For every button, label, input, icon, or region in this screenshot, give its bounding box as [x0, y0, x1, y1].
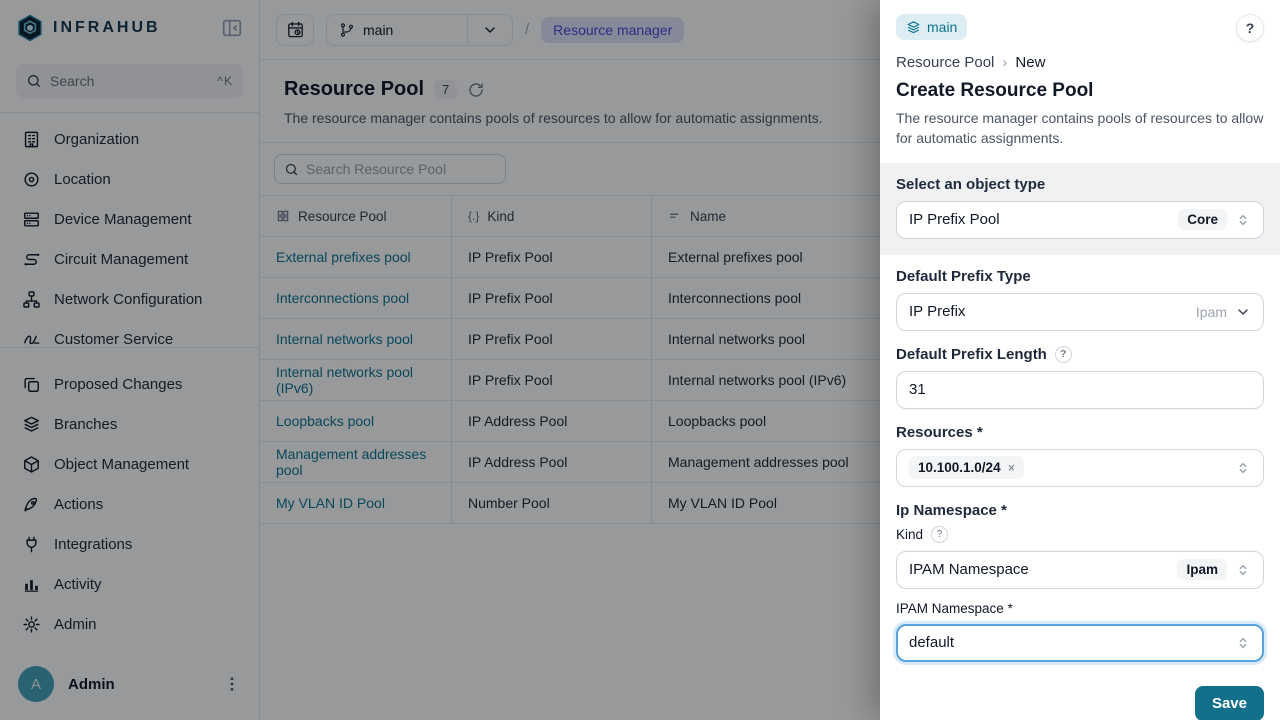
drawer-form: Default Prefix Type IP Prefix Ipam Defau… — [880, 255, 1280, 674]
drawer-title: Create Resource Pool — [896, 80, 1264, 102]
layers-icon — [906, 20, 921, 35]
default-prefix-length-input[interactable] — [896, 371, 1264, 409]
help-button[interactable]: ? — [1236, 14, 1264, 42]
drawer-breadcrumb: Resource Pool › New — [896, 54, 1264, 71]
drawer-description: The resource manager contains pools of r… — [896, 108, 1264, 149]
kind-label: Kind — [896, 527, 923, 542]
kind-select[interactable]: IPAM Namespace Ipam — [896, 551, 1264, 589]
breadcrumb-separator: › — [1002, 54, 1007, 71]
ip-namespace-heading: Ip Namespace * — [896, 502, 1264, 519]
resource-chip: 10.100.1.0/24 × — [909, 456, 1024, 479]
object-type-select[interactable]: IP Prefix Pool Core — [896, 201, 1264, 239]
object-type-label: Select an object type — [896, 176, 1264, 193]
object-type-section: Select an object type IP Prefix Pool Cor… — [880, 163, 1280, 255]
chevron-updown-icon — [1235, 562, 1251, 578]
save-button[interactable]: Save — [1195, 686, 1264, 720]
ipam-namespace-select[interactable]: default — [896, 624, 1264, 662]
resources-label: Resources * — [896, 424, 1264, 441]
object-type-value: IP Prefix Pool — [909, 211, 1170, 228]
branch-badge: main — [896, 14, 967, 40]
resources-multiselect[interactable]: 10.100.1.0/24 × — [896, 449, 1264, 487]
chip-remove-icon[interactable]: × — [1008, 460, 1016, 475]
default-prefix-length-label: Default Prefix Length — [896, 346, 1047, 363]
namespace-hint: Ipam — [1196, 304, 1227, 320]
ipam-namespace-value: default — [909, 634, 1227, 651]
help-tooltip-icon[interactable]: ? — [931, 526, 948, 543]
chevron-updown-icon — [1235, 635, 1251, 651]
ipam-namespace-label: IPAM Namespace * — [896, 601, 1264, 616]
resource-chip-value: 10.100.1.0/24 — [918, 460, 1001, 475]
breadcrumb-current: New — [1015, 54, 1045, 71]
chevron-down-icon — [1235, 304, 1251, 320]
chevron-updown-icon — [1235, 460, 1251, 476]
branch-badge-label: main — [927, 19, 957, 35]
help-tooltip-icon[interactable]: ? — [1055, 346, 1072, 363]
ipam-badge: Ipam — [1177, 559, 1227, 580]
create-resource-pool-drawer: main ? Resource Pool › New Create Resour… — [880, 0, 1280, 720]
default-prefix-type-value: IP Prefix — [909, 303, 1188, 320]
default-prefix-type-select[interactable]: IP Prefix Ipam — [896, 293, 1264, 331]
default-prefix-type-label: Default Prefix Type — [896, 268, 1264, 285]
kind-value: IPAM Namespace — [909, 561, 1169, 578]
chevron-updown-icon — [1235, 212, 1251, 228]
breadcrumb-parent[interactable]: Resource Pool — [896, 54, 994, 71]
core-badge: Core — [1178, 209, 1227, 230]
